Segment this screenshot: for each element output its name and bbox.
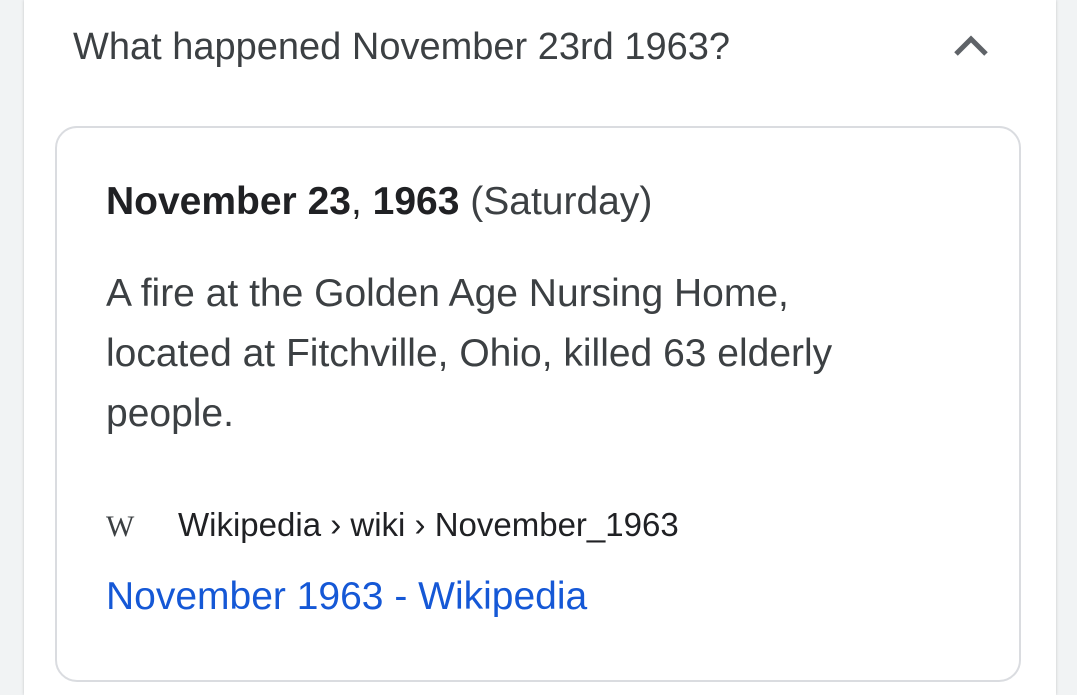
- question-text: What happened November 23rd 1963?: [73, 26, 731, 68]
- snippet-line: people.: [106, 392, 234, 435]
- date-weekday: (Saturday): [470, 180, 653, 223]
- date-month-day: November 23: [106, 180, 351, 223]
- wikipedia-logo-icon: W: [106, 510, 134, 543]
- snippet-line: A fire at the Golden Age Nursing Home,: [106, 272, 789, 315]
- answer-snippet: A fire at the Golden Age Nursing Home, l…: [106, 264, 946, 444]
- source-breadcrumb: Wikipedia › wiki › November_1963: [178, 506, 679, 543]
- people-also-ask-panel: What happened November 23rd 1963? Novemb…: [24, 0, 1056, 695]
- answer-card: November 23, 1963 (Saturday) A fire at t…: [55, 126, 1021, 682]
- date-year: 1963: [372, 180, 460, 223]
- result-title-link[interactable]: November 1963 - Wikipedia: [106, 575, 587, 619]
- snippet-line: located at Fitchville, Ohio, killed 63 e…: [106, 332, 833, 375]
- date-comma: ,: [350, 180, 362, 223]
- chevron-up-icon[interactable]: [951, 30, 991, 60]
- question-row[interactable]: What happened November 23rd 1963?: [24, 0, 1056, 108]
- answer-date: November 23, 1963 (Saturday): [106, 180, 652, 224]
